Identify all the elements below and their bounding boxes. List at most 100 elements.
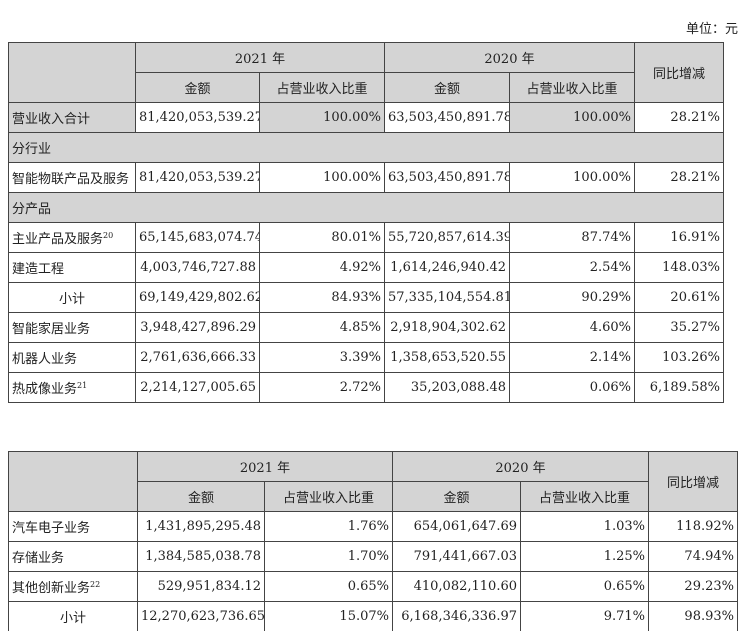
row-label: 汽车电子业务 xyxy=(8,511,138,542)
amount-2020: 57,335,104,554.81 xyxy=(384,282,510,313)
header-year-2020: 2020 年 xyxy=(392,451,649,482)
footnote-marker: 20 xyxy=(103,231,114,240)
cropped-header-text xyxy=(48,0,148,3)
header-blank xyxy=(8,42,136,103)
amount-2020: 1,614,246,940.42 xyxy=(384,252,510,283)
amount-2020: 63,503,450,891.78 xyxy=(384,102,510,133)
amount-2020: 1,358,653,520.55 xyxy=(384,342,510,373)
amount-2020: 410,082,110.60 xyxy=(392,571,521,602)
yoy-change: 98.93% xyxy=(648,601,738,632)
total-row: 营业收入合计 81,420,053,539.27 100.00% 63,503,… xyxy=(8,102,724,133)
yoy-change: 28.21% xyxy=(634,162,724,193)
table-row: 智能家居业务 3,948,427,896.29 4.85% 2,918,904,… xyxy=(8,312,724,343)
yoy-change: 29.23% xyxy=(648,571,738,602)
yoy-change: 16.91% xyxy=(634,222,724,253)
ratio-2021: 15.07% xyxy=(264,601,393,632)
amount-2020: 791,441,667.03 xyxy=(392,541,521,572)
ratio-2020: 100.00% xyxy=(509,162,635,193)
header-amount-2021: 金额 xyxy=(137,481,265,512)
amount-2020: 55,720,857,614.39 xyxy=(384,222,510,253)
header-amount-2021: 金额 xyxy=(135,72,260,103)
yoy-change: 20.61% xyxy=(634,282,724,313)
amount-2021: 69,149,429,802.62 xyxy=(135,282,260,313)
row-label: 建造工程 xyxy=(8,252,136,283)
header-ratio-2021: 占营业收入比重 xyxy=(264,481,393,512)
row-label: 营业收入合计 xyxy=(8,102,136,133)
section-label: 分产品 xyxy=(8,192,724,223)
header-ratio-2021: 占营业收入比重 xyxy=(259,72,385,103)
footnote-marker: 21 xyxy=(77,381,88,390)
table-row: 其他创新业务22 529,951,834.12 0.65% 410,082,11… xyxy=(8,571,738,602)
yoy-change: 148.03% xyxy=(634,252,724,283)
amount-2021: 529,951,834.12 xyxy=(137,571,265,602)
row-label: 小计 xyxy=(8,282,136,313)
amount-2020: 63,503,450,891.78 xyxy=(384,162,510,193)
ratio-2021: 1.76% xyxy=(264,511,393,542)
ratio-2021: 0.65% xyxy=(264,571,393,602)
yoy-change: 28.21% xyxy=(634,102,724,133)
section-row-industry: 分行业 xyxy=(8,132,724,163)
amount-2021: 1,384,585,038.78 xyxy=(137,541,265,572)
table-row: 机器人业务 2,761,636,666.33 3.39% 1,358,653,5… xyxy=(8,342,724,373)
amount-2021: 81,420,053,539.27 xyxy=(135,102,260,133)
ratio-2020: 100.00% xyxy=(509,102,635,133)
header-year-2020: 2020 年 xyxy=(384,42,635,73)
table-row: 存储业务 1,384,585,038.78 1.70% 791,441,667.… xyxy=(8,541,738,572)
ratio-2020: 90.29% xyxy=(509,282,635,313)
row-label: 智能家居业务 xyxy=(8,312,136,343)
revenue-table-1: 2021 年 2020 年 同比增减 金额 占营业收入比重 金额 占营业收入比重… xyxy=(8,42,724,403)
table-row: 热成像业务21 2,214,127,005.65 2.72% 35,203,08… xyxy=(8,372,724,403)
row-label: 热成像业务21 xyxy=(8,372,136,403)
ratio-2021: 4.92% xyxy=(259,252,385,283)
amount-2021: 3,948,427,896.29 xyxy=(135,312,260,343)
amount-2021: 65,145,683,074.74 xyxy=(135,222,260,253)
ratio-2021: 100.00% xyxy=(259,162,385,193)
ratio-2020: 9.71% xyxy=(520,601,649,632)
amount-2021: 2,214,127,005.65 xyxy=(135,372,260,403)
header-year-2021: 2021 年 xyxy=(135,42,385,73)
section-label: 分行业 xyxy=(8,132,724,163)
ratio-2020: 0.06% xyxy=(509,372,635,403)
amount-2020: 654,061,647.69 xyxy=(392,511,521,542)
section-row-product: 分产品 xyxy=(8,192,724,223)
ratio-2021: 4.85% xyxy=(259,312,385,343)
header-yoy: 同比增减 xyxy=(648,451,738,512)
subtotal-row: 小计 12,270,623,736.65 15.07% 6,168,346,33… xyxy=(8,601,738,632)
header-amount-2020: 金额 xyxy=(384,72,510,103)
yoy-change: 35.27% xyxy=(634,312,724,343)
header-yoy: 同比增减 xyxy=(634,42,724,103)
table-row: 建造工程 4,003,746,727.88 4.92% 1,614,246,94… xyxy=(8,252,724,283)
header-ratio-2020: 占营业收入比重 xyxy=(509,72,635,103)
yoy-change: 6,189.58% xyxy=(634,372,724,403)
amount-2021: 4,003,746,727.88 xyxy=(135,252,260,283)
yoy-change: 74.94% xyxy=(648,541,738,572)
yoy-change: 118.92% xyxy=(648,511,738,542)
ratio-2021: 80.01% xyxy=(259,222,385,253)
ratio-2021: 100.00% xyxy=(259,102,385,133)
row-label: 机器人业务 xyxy=(8,342,136,373)
table-row: 汽车电子业务 1,431,895,295.48 1.76% 654,061,64… xyxy=(8,511,738,542)
amount-2021: 12,270,623,736.65 xyxy=(137,601,265,632)
row-label: 小计 xyxy=(8,601,138,632)
amount-2021: 2,761,636,666.33 xyxy=(135,342,260,373)
amount-2021: 81,420,053,539.27 xyxy=(135,162,260,193)
ratio-2020: 87.74% xyxy=(509,222,635,253)
amount-2021: 1,431,895,295.48 xyxy=(137,511,265,542)
footnote-marker: 22 xyxy=(90,580,101,589)
unit-label: 单位：元 xyxy=(685,22,738,37)
subtotal-row: 小计 69,149,429,802.62 84.93% 57,335,104,5… xyxy=(8,282,724,313)
ratio-2020: 1.25% xyxy=(520,541,649,572)
header-year-2021: 2021 年 xyxy=(137,451,393,482)
ratio-2020: 2.14% xyxy=(509,342,635,373)
revenue-table-2: 2021 年 2020 年 同比增减 金额 占营业收入比重 金额 占营业收入比重… xyxy=(8,451,738,632)
table-row: 主业产品及服务20 65,145,683,074.74 80.01% 55,72… xyxy=(8,222,724,253)
ratio-2020: 1.03% xyxy=(520,511,649,542)
row-label: 存储业务 xyxy=(8,541,138,572)
row-label: 主业产品及服务20 xyxy=(8,222,136,253)
table-row: 智能物联产品及服务 81,420,053,539.27 100.00% 63,5… xyxy=(8,162,724,193)
ratio-2021: 2.72% xyxy=(259,372,385,403)
ratio-2021: 84.93% xyxy=(259,282,385,313)
header-ratio-2020: 占营业收入比重 xyxy=(520,481,649,512)
row-label: 智能物联产品及服务 xyxy=(8,162,136,193)
header-amount-2020: 金额 xyxy=(392,481,521,512)
